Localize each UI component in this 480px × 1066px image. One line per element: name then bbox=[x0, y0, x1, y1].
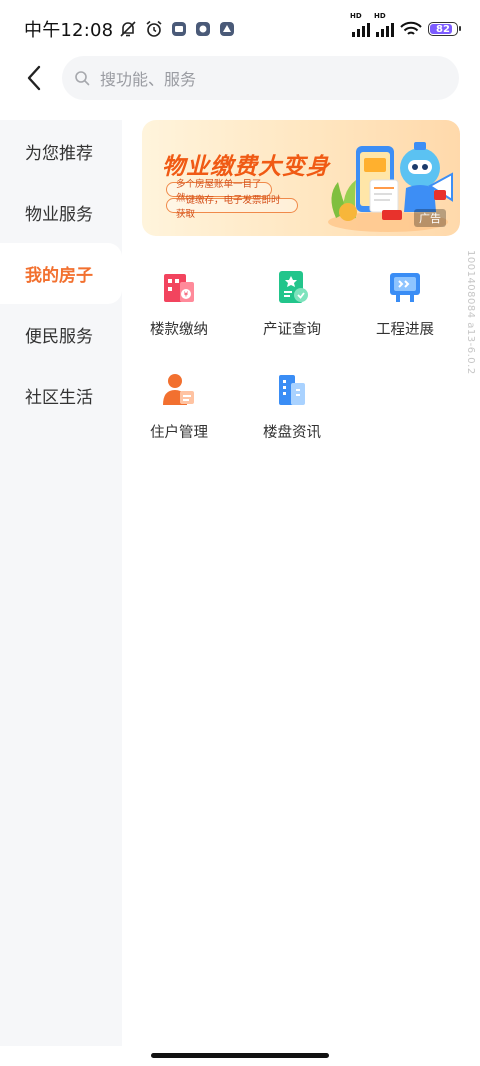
service-building-info[interactable]: 楼盘资讯 bbox=[235, 363, 349, 453]
status-system-icons: HD HD 82 bbox=[350, 12, 461, 37]
alarm-icon bbox=[146, 20, 162, 37]
building-info-icon bbox=[279, 375, 305, 405]
service-label: 楼款缴纳 bbox=[150, 322, 208, 338]
hd-label: HD bbox=[350, 12, 362, 20]
service-resident-management[interactable]: 住户管理 bbox=[122, 363, 236, 453]
mute-bell-icon bbox=[120, 21, 136, 37]
search-input[interactable]: 搜功能、服务 bbox=[62, 56, 459, 100]
status-time: 中午12:08 bbox=[24, 20, 114, 41]
resident-icon bbox=[163, 374, 194, 405]
sidebar-item-label: 社区生活 bbox=[25, 388, 93, 408]
service-certificate-query[interactable]: 产证查询 bbox=[235, 260, 349, 350]
sidebar-item-property-service[interactable]: 物业服务 bbox=[0, 182, 122, 243]
sidebar-item-convenience-service[interactable]: 便民服务 bbox=[0, 304, 122, 365]
progress-board-icon bbox=[390, 273, 420, 302]
service-label: 工程进展 bbox=[376, 322, 434, 338]
header: 搜功能、服务 bbox=[0, 56, 480, 100]
svg-text:¥: ¥ bbox=[184, 291, 189, 299]
home-indicator[interactable] bbox=[151, 1053, 329, 1058]
app-notification-icon bbox=[196, 22, 211, 36]
app-notification-icon bbox=[220, 22, 235, 36]
search-placeholder: 搜功能、服务 bbox=[100, 70, 197, 89]
battery-level: 82 bbox=[436, 23, 450, 35]
chevron-left-icon bbox=[27, 65, 41, 91]
version-watermark: 1001408084 a13-6.0.2 bbox=[465, 250, 476, 375]
banner-feature-2: 一键缴存，电子发票即时获取 bbox=[166, 195, 298, 220]
service-label: 楼盘资讯 bbox=[263, 425, 321, 441]
service-label: 住户管理 bbox=[150, 425, 208, 441]
sidebar-item-label: 为您推荐 bbox=[25, 143, 93, 164]
main-content: 物业缴费大变身 多个房屋账单一目了然 一键缴存，电子发票即时获取 广告 ¥ 楼款… bbox=[122, 120, 480, 1046]
signal-icon: HD bbox=[350, 12, 370, 37]
service-project-progress[interactable]: 工程进展 bbox=[348, 260, 462, 350]
ad-label: 广告 bbox=[414, 209, 446, 227]
app-notification-icon bbox=[172, 22, 187, 36]
sidebar-item-my-house[interactable]: 我的房子 bbox=[0, 243, 122, 304]
sidebar-item-recommend[interactable]: 为您推荐 bbox=[0, 120, 122, 182]
service-building-payment[interactable]: ¥ 楼款缴纳 bbox=[122, 260, 236, 350]
status-bar: 中午12:08 HD HD 82 bbox=[0, 0, 480, 58]
signal-icon: HD bbox=[374, 12, 394, 37]
category-sidebar: 为您推荐 物业服务 我的房子 便民服务 社区生活 bbox=[0, 120, 122, 1046]
sidebar-item-community-life[interactable]: 社区生活 bbox=[0, 365, 122, 426]
status-notification-icons bbox=[119, 20, 235, 38]
back-button[interactable] bbox=[14, 58, 54, 98]
building-payment-icon: ¥ bbox=[164, 274, 194, 302]
sidebar-item-label: 我的房子 bbox=[25, 266, 93, 286]
battery-icon: 82 bbox=[428, 22, 461, 36]
certificate-icon bbox=[279, 271, 308, 303]
sidebar-item-label: 便民服务 bbox=[25, 327, 93, 347]
wifi-icon bbox=[400, 21, 422, 35]
hd-label: HD bbox=[374, 12, 386, 20]
ad-banner[interactable]: 物业缴费大变身 多个房屋账单一目了然 一键缴存，电子发票即时获取 广告 bbox=[142, 120, 460, 236]
service-label: 产证查询 bbox=[263, 322, 321, 338]
search-icon bbox=[75, 71, 90, 86]
sidebar-item-label: 物业服务 bbox=[25, 205, 93, 225]
